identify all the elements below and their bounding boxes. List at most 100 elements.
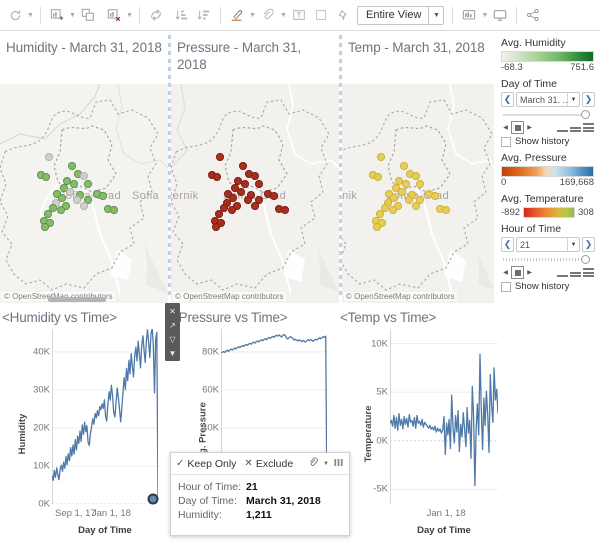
- mark-tooltip[interactable]: ✓ Keep Only ✕ Exclude ▼ Hour of Time: 21 D…: [170, 452, 350, 536]
- next-value-button[interactable]: ❯: [582, 237, 595, 252]
- map-mark[interactable]: [270, 192, 278, 200]
- duplicate-sheet-icon[interactable]: [77, 4, 99, 26]
- map-mark[interactable]: [400, 162, 408, 170]
- map-mark[interactable]: [228, 206, 236, 214]
- map-mark[interactable]: [442, 206, 450, 214]
- group-members-icon[interactable]: [308, 457, 319, 470]
- map-mark[interactable]: [374, 173, 382, 181]
- filter-value-box[interactable]: March 31. ... ▼: [516, 92, 580, 107]
- playback-transport[interactable]: ◀ ▶: [501, 266, 534, 279]
- map-mark[interactable]: [45, 153, 53, 161]
- map-mark[interactable]: [213, 173, 221, 181]
- chart-body[interactable]: Humidity 0K 10K 20K 30K 40K Sep 1, 17 Jan 1, …: [0, 329, 166, 538]
- chart-body[interactable]: Temperature -5K 0K 5K 10K Jan 1, 18 Day of …: [338, 329, 506, 538]
- map-mark[interactable]: [99, 192, 107, 200]
- plot-area[interactable]: Jan 1, 18: [390, 329, 498, 519]
- prev-value-button[interactable]: ❮: [501, 92, 514, 107]
- filter-slider-day[interactable]: [501, 109, 594, 120]
- map-mark[interactable]: [405, 196, 413, 204]
- speed-fast-icon[interactable]: [583, 268, 594, 277]
- map-mark[interactable]: [239, 162, 247, 170]
- close-icon[interactable]: ✕: [166, 305, 179, 317]
- chevron-down-icon[interactable]: ▼: [428, 6, 443, 24]
- sort-ascending-icon[interactable]: [171, 4, 193, 26]
- presentation-pin-icon[interactable]: [332, 4, 354, 26]
- playback-speed[interactable]: [557, 268, 594, 277]
- filter-icon[interactable]: ▽: [166, 333, 179, 345]
- speed-fast-icon[interactable]: [583, 123, 594, 132]
- map-mark[interactable]: [84, 180, 92, 188]
- map-mark[interactable]: [241, 180, 249, 188]
- chevron-down-icon[interactable]: ▼: [567, 93, 579, 106]
- playback-speed[interactable]: [557, 123, 594, 132]
- map-mark[interactable]: [281, 206, 289, 214]
- view-data-icon[interactable]: [333, 457, 344, 470]
- share-icon[interactable]: [522, 4, 544, 26]
- map-mark[interactable]: [212, 223, 220, 231]
- map-canvas-temperature[interactable]: rnik Sofiya-Grad © OpenStreetMap contrib…: [342, 84, 494, 303]
- map-mark[interactable]: [412, 202, 420, 210]
- map-mark[interactable]: [255, 180, 263, 188]
- selected-mark[interactable]: [147, 493, 159, 505]
- map-mark[interactable]: [80, 172, 88, 180]
- new-worksheet-icon[interactable]: [46, 4, 68, 26]
- map-mark[interactable]: [389, 206, 397, 214]
- stop-icon[interactable]: [511, 266, 524, 279]
- map-mark[interactable]: [80, 202, 88, 210]
- swap-rows-columns-icon[interactable]: [145, 4, 167, 26]
- map-panel-temperature[interactable]: Temp - March 31, 2018 rnik Sofiya-Grad ©…: [342, 31, 494, 303]
- next-value-button[interactable]: ❯: [582, 92, 595, 107]
- show-me-caret-icon[interactable]: ▼: [480, 4, 489, 26]
- map-mark[interactable]: [398, 188, 406, 196]
- map-panel-pressure[interactable]: Pressure - March 31, 2018 Pernik Sofiya-…: [171, 31, 339, 303]
- chart-humidity-vs-time[interactable]: <Humidity vs Time> Humidity 0K 10K 20K 30K 4…: [0, 305, 166, 538]
- map-mark[interactable]: [412, 172, 420, 180]
- fix-axes-icon[interactable]: [310, 4, 332, 26]
- speed-slow-icon[interactable]: [557, 130, 568, 132]
- chevron-down-icon[interactable]: ▼: [567, 238, 579, 251]
- highlighter-icon[interactable]: [226, 4, 248, 26]
- group-members-icon[interactable]: [257, 4, 279, 26]
- play-forward-icon[interactable]: ▶: [525, 122, 534, 133]
- exclude-button[interactable]: ✕ Exclude: [244, 458, 293, 470]
- map-mark[interactable]: [42, 173, 50, 181]
- filter-slider-hour[interactable]: [501, 254, 594, 265]
- map-panel-humidity[interactable]: Humidity - March 31, 2018 Sofiya-Grad So…: [0, 31, 168, 303]
- map-mark[interactable]: [216, 153, 224, 161]
- map-horizontal-scrollbar[interactable]: [48, 297, 106, 302]
- map-mark[interactable]: [431, 192, 439, 200]
- prev-value-button[interactable]: ❮: [501, 237, 514, 252]
- playback-transport[interactable]: ◀ ▶: [501, 121, 534, 134]
- show-history-day[interactable]: Show history: [501, 136, 595, 147]
- slider-knob[interactable]: [581, 255, 590, 264]
- map-mark[interactable]: [377, 153, 385, 161]
- map-mark[interactable]: [373, 223, 381, 231]
- map-mark[interactable]: [251, 172, 259, 180]
- view-size-select[interactable]: Entire View ▼: [357, 5, 445, 25]
- chevron-down-icon[interactable]: ▼: [323, 461, 329, 467]
- map-mark[interactable]: [244, 196, 252, 204]
- go-to-sheet-icon[interactable]: ↗: [166, 319, 179, 331]
- more-options-icon[interactable]: ▼: [166, 347, 179, 359]
- map-mark[interactable]: [251, 202, 259, 210]
- refresh-icon[interactable]: [4, 4, 26, 26]
- map-mark[interactable]: [57, 206, 65, 214]
- map-mark[interactable]: [237, 188, 245, 196]
- show-history-checkbox[interactable]: [501, 136, 511, 147]
- show-me-icon[interactable]: [458, 4, 480, 26]
- map-mark[interactable]: [73, 196, 81, 204]
- map-mark[interactable]: [66, 188, 74, 196]
- clear-sheet-caret-icon[interactable]: ▼: [125, 4, 134, 26]
- filter-value-box[interactable]: 21 ▼: [516, 237, 580, 252]
- show-mark-labels-icon[interactable]: T: [288, 4, 310, 26]
- chart-temp-vs-time[interactable]: <Temp vs Time> Temperature -5K 0K 5K 10K Ja…: [338, 305, 506, 538]
- map-mark[interactable]: [110, 206, 118, 214]
- map-mark[interactable]: [416, 180, 424, 188]
- highlighter-caret-icon[interactable]: ▼: [248, 4, 257, 26]
- map-canvas-humidity[interactable]: Sofiya-Grad Sofia © OpenStreetMap contri…: [0, 84, 168, 303]
- worksheet-float-toolbar[interactable]: ✕ ↗ ▽ ▼: [165, 303, 180, 361]
- slider-knob[interactable]: [581, 110, 590, 119]
- map-mark[interactable]: [41, 223, 49, 231]
- group-caret-icon[interactable]: ▼: [279, 4, 288, 26]
- speed-medium-icon[interactable]: [570, 271, 581, 277]
